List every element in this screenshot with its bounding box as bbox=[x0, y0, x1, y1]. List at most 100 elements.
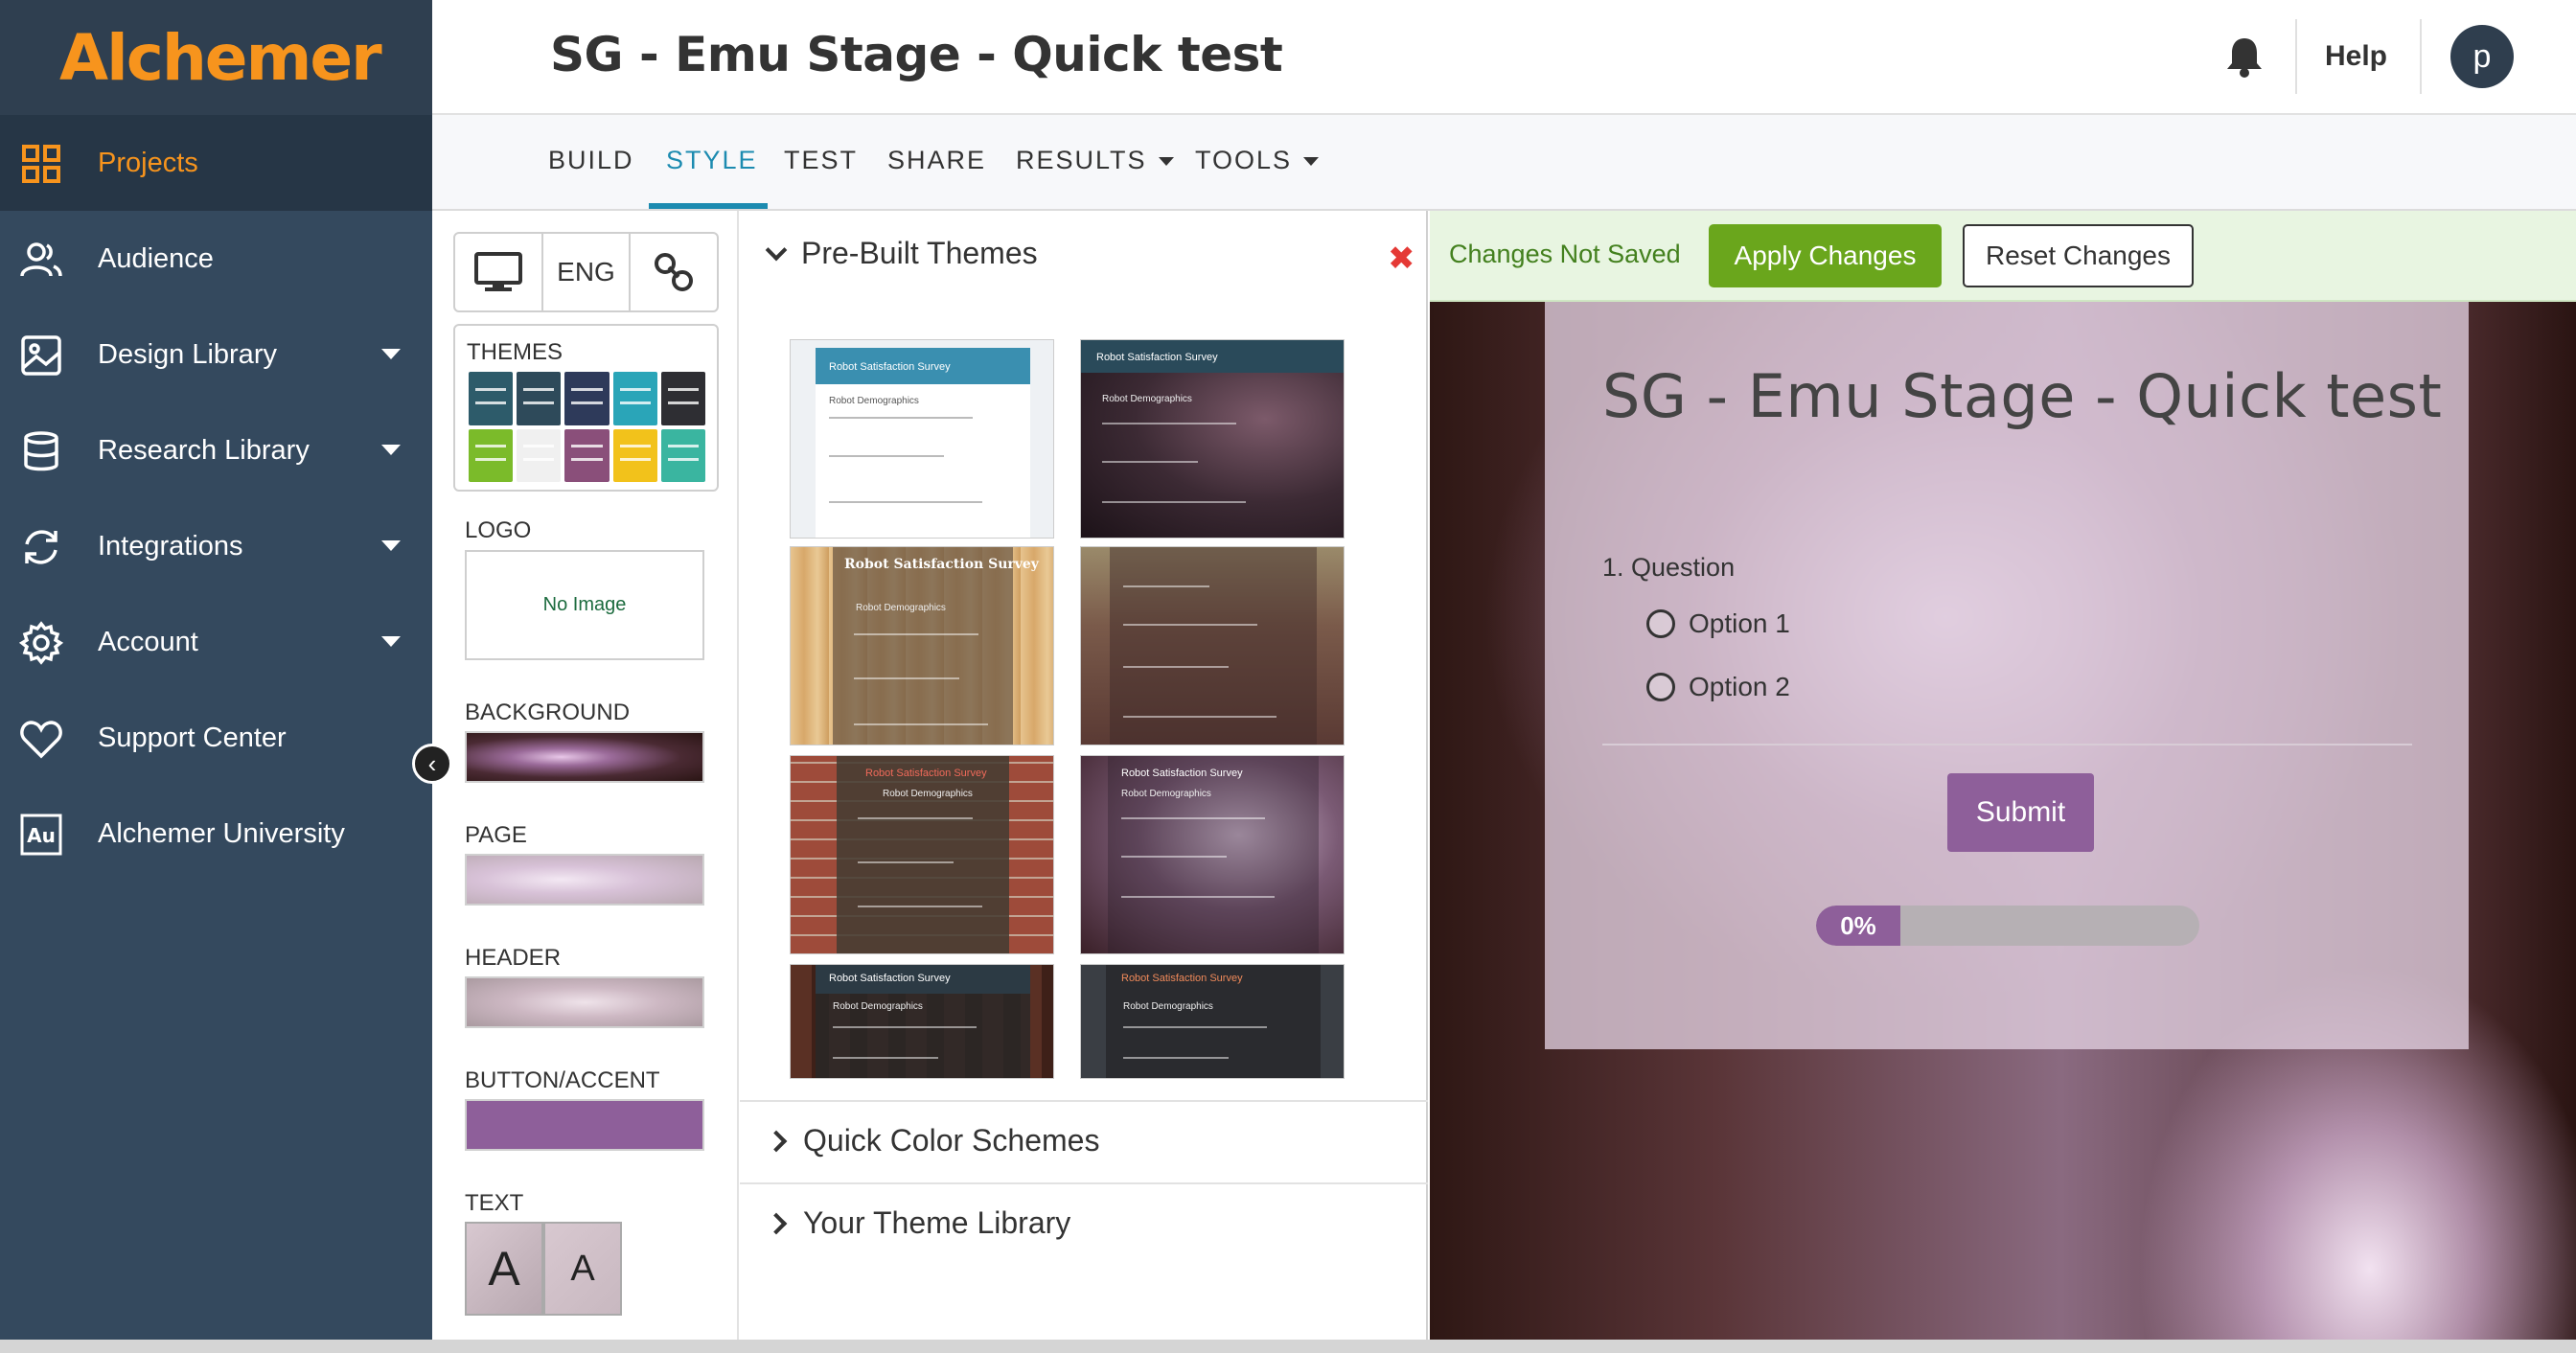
sync-icon bbox=[25, 530, 58, 564]
sidebar-item-research-library[interactable]: Research Library bbox=[0, 402, 432, 498]
unsaved-status: Changes Not Saved bbox=[1449, 240, 1681, 268]
submit-button[interactable]: Submit bbox=[1947, 773, 2094, 852]
sidebar-item-account[interactable]: Account bbox=[0, 594, 432, 690]
header-picker[interactable] bbox=[465, 976, 704, 1028]
radio-button[interactable] bbox=[1646, 609, 1675, 638]
apply-changes-button[interactable]: Apply Changes bbox=[1709, 224, 1942, 287]
page-picker[interactable] bbox=[465, 854, 704, 906]
tab-tools[interactable]: TOOLS bbox=[1195, 146, 1320, 175]
users-icon bbox=[20, 242, 62, 277]
quick-color-schemes-header[interactable]: Quick Color Schemes bbox=[765, 1123, 1099, 1158]
divider bbox=[2295, 19, 2297, 94]
sidebar-item-audience[interactable]: Audience bbox=[0, 211, 432, 307]
chevron-down-icon bbox=[765, 239, 788, 261]
theme-thumbnail[interactable]: Robot Satisfaction Survey Robot Demograp… bbox=[790, 546, 1054, 745]
sidebar-item-label: Projects bbox=[98, 147, 198, 178]
thumb-line bbox=[1123, 624, 1257, 626]
option-2[interactable]: Option 2 bbox=[1646, 672, 1790, 702]
option-label: Option 1 bbox=[1689, 608, 1790, 638]
themes-label: THEMES bbox=[467, 339, 564, 365]
section-title: Pre-Built Themes bbox=[801, 236, 1038, 270]
text-style-secondary[interactable]: A bbox=[543, 1222, 622, 1316]
theme-thumbnail[interactable]: Robot Satisfaction Survey Robot Demograp… bbox=[790, 964, 1054, 1079]
theme-thumbnail[interactable]: Robot Satisfaction Survey Robot Demograp… bbox=[1080, 339, 1345, 539]
sidebar-item-projects[interactable]: Projects bbox=[0, 115, 432, 211]
theme-thumbnail[interactable]: Robot Satisfaction Survey Robot Demograp… bbox=[790, 339, 1054, 539]
thumb-subtitle: Robot Demographics bbox=[1123, 1001, 1213, 1012]
chevron-down-icon[interactable] bbox=[381, 349, 401, 359]
theme-swatch[interactable] bbox=[517, 372, 562, 425]
thumb-subtitle: Robot Demographics bbox=[856, 603, 946, 613]
theme-swatch[interactable] bbox=[564, 372, 610, 425]
chevron-down-icon[interactable] bbox=[381, 540, 401, 551]
prebuilt-themes-header[interactable]: Pre-Built Themes bbox=[765, 236, 1038, 271]
divider bbox=[2420, 19, 2422, 94]
thumb-line bbox=[854, 677, 959, 679]
sidebar-item-design-library[interactable]: Design Library bbox=[0, 307, 432, 402]
theme-swatch[interactable] bbox=[469, 428, 514, 482]
theme-thumbnail[interactable]: Robot Satisfaction Survey Robot Demograp… bbox=[1080, 964, 1345, 1079]
chevron-right-icon bbox=[765, 1212, 788, 1234]
desktop-view-button[interactable] bbox=[455, 234, 543, 310]
theme-library-header[interactable]: Your Theme Library bbox=[765, 1205, 1070, 1241]
chevron-down-icon[interactable] bbox=[381, 636, 401, 647]
sidebar-item-label: Support Center bbox=[98, 722, 287, 753]
thumb-title: Robot Satisfaction Survey bbox=[829, 973, 951, 984]
thumb-line bbox=[1102, 461, 1198, 463]
avatar[interactable]: p bbox=[2450, 25, 2514, 88]
logo-upload[interactable]: No Image bbox=[465, 550, 704, 660]
theme-swatch[interactable] bbox=[564, 428, 610, 482]
bell-icon[interactable] bbox=[2224, 34, 2265, 79]
theme-swatch[interactable] bbox=[660, 372, 705, 425]
themes-picker[interactable]: THEMES bbox=[453, 324, 719, 492]
tab-style[interactable]: STYLE bbox=[666, 146, 758, 175]
sidebar-item-integrations[interactable]: Integrations bbox=[0, 498, 432, 594]
thumb-line bbox=[1102, 501, 1246, 503]
thumb-line bbox=[1121, 817, 1265, 819]
survey-title: SG - Emu Stage - Quick test bbox=[1602, 361, 2443, 431]
image-icon bbox=[21, 335, 61, 376]
theme-swatch[interactable] bbox=[660, 428, 705, 482]
progress-label: 0% bbox=[1840, 910, 1876, 940]
sidebar-item-support-center[interactable]: Support Center bbox=[0, 690, 432, 786]
close-icon[interactable]: ✖ bbox=[1388, 240, 1415, 278]
themes-panel: Pre-Built Themes ✖ Robot Satisfaction Su… bbox=[740, 211, 1428, 1353]
help-link[interactable]: Help bbox=[2325, 40, 2387, 73]
theme-thumbnail[interactable] bbox=[1080, 546, 1345, 745]
theme-swatch[interactable] bbox=[612, 372, 657, 425]
radio-button[interactable] bbox=[1646, 673, 1675, 701]
gear-icon bbox=[19, 621, 63, 665]
theme-swatch[interactable] bbox=[517, 428, 562, 482]
tab-build[interactable]: BUILD bbox=[548, 146, 634, 175]
active-tab-indicator bbox=[649, 203, 768, 209]
link-icon bbox=[655, 253, 694, 291]
language-button[interactable]: ENG bbox=[543, 234, 632, 310]
thumb-line bbox=[833, 1057, 938, 1059]
theme-swatch[interactable] bbox=[469, 372, 514, 425]
chevron-down-icon bbox=[1303, 157, 1320, 167]
link-button[interactable] bbox=[631, 234, 717, 310]
grid-icon bbox=[22, 145, 60, 183]
collapse-sidebar-button[interactable]: ‹ bbox=[412, 744, 452, 784]
theme-swatch[interactable] bbox=[612, 428, 657, 482]
thumb-title: Robot Satisfaction Survey bbox=[1121, 768, 1243, 779]
theme-thumbnail[interactable]: Robot Satisfaction Survey Robot Demograp… bbox=[790, 755, 1054, 954]
reset-changes-button[interactable]: Reset Changes bbox=[1963, 224, 2194, 287]
theme-thumbnail[interactable]: Robot Satisfaction Survey Robot Demograp… bbox=[1080, 755, 1345, 954]
option-1[interactable]: Option 1 bbox=[1646, 608, 1790, 639]
thumb-line bbox=[1102, 423, 1236, 424]
question-label: 1. Question bbox=[1602, 553, 1736, 582]
chevron-down-icon[interactable] bbox=[381, 445, 401, 455]
option-label: Option 2 bbox=[1689, 672, 1790, 701]
sidebar-item-label: Account bbox=[98, 626, 198, 657]
tab-test[interactable]: TEST bbox=[784, 146, 858, 175]
tab-share[interactable]: SHARE bbox=[887, 146, 986, 175]
sidebar-item-alchemer-university[interactable]: Au Alchemer University bbox=[0, 786, 432, 882]
background-picker[interactable] bbox=[465, 731, 704, 783]
text-style-primary[interactable]: A bbox=[465, 1222, 543, 1316]
thumb-subtitle: Robot Demographics bbox=[833, 1001, 923, 1012]
brand-logo[interactable]: Alchemer bbox=[0, 0, 432, 115]
tab-results[interactable]: RESULTS bbox=[1016, 146, 1174, 175]
button-accent-picker[interactable] bbox=[465, 1099, 704, 1151]
thumb-line bbox=[858, 906, 982, 907]
